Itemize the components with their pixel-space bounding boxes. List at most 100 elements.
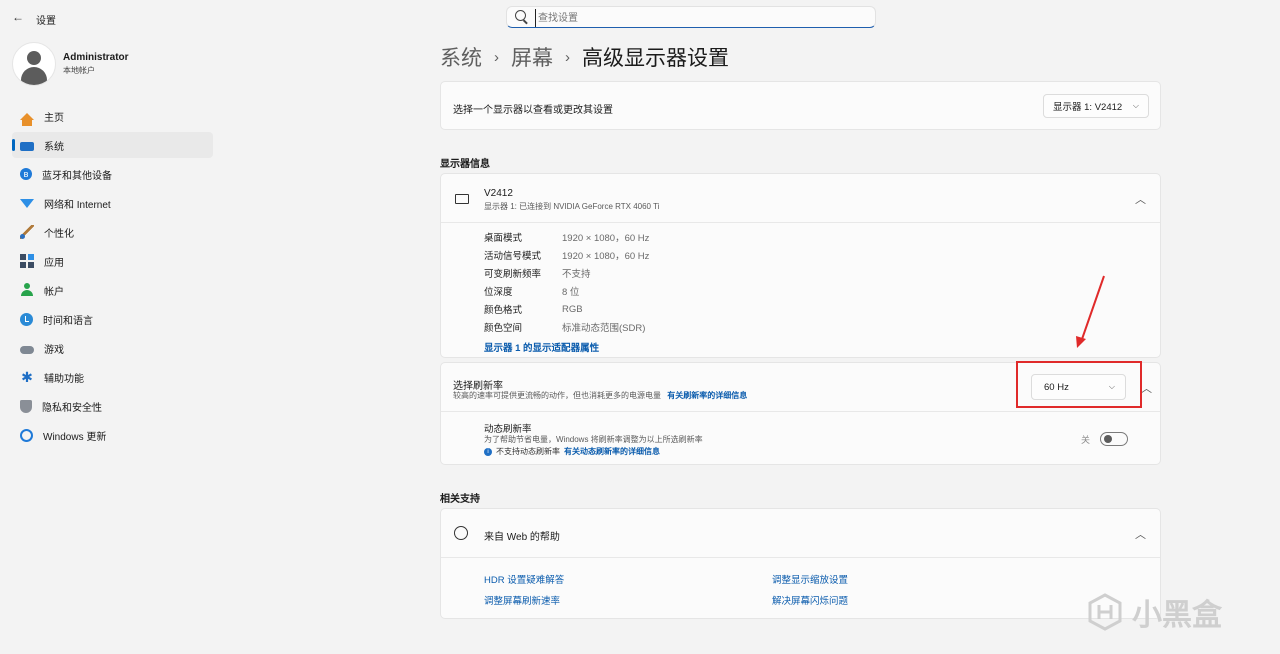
- breadcrumb-item-system[interactable]: 系统: [440, 42, 482, 72]
- sidebar-item-label: 隐私和安全性: [42, 402, 102, 414]
- dynamic-refresh-status: i 不支持动态刷新率 有关动态刷新率的详细信息: [484, 446, 660, 457]
- display-select-value: 显示器 1: V2412: [1053, 102, 1123, 113]
- account-icon: [20, 283, 34, 297]
- dynamic-refresh-description: 为了帮助节省电量，Windows 将刷新率调整为以上所选刷新率: [484, 435, 703, 444]
- sidebar-item-label: 个性化: [44, 228, 74, 240]
- refresh-rate-description: 较高的速率可提供更流畅的动作，但也消耗更多的电源电量 有关刷新率的详细信息: [453, 390, 747, 401]
- info-value: 不支持: [562, 269, 591, 280]
- app-title: 设置: [36, 16, 56, 27]
- support-link-flicker[interactable]: 解决屏幕闪烁问题: [772, 593, 848, 607]
- sidebar-item-label: 应用: [44, 257, 64, 269]
- dynamic-refresh-toggle[interactable]: [1100, 432, 1128, 446]
- section-title-support: 相关支持: [440, 494, 480, 505]
- sidebar-item-accessibility[interactable]: ✱ 辅助功能: [12, 364, 213, 390]
- chevron-down-icon: ⌵: [1132, 101, 1139, 110]
- info-key: 可变刷新频率: [484, 269, 542, 280]
- display-select-dropdown[interactable]: 显示器 1: V2412 ⌵: [1043, 94, 1149, 118]
- info-row: 桌面模式 1920 × 1080，60 Hz: [484, 228, 649, 246]
- sidebar-item-label: 蓝牙和其他设备: [42, 170, 112, 182]
- sidebar-item-apps[interactable]: 应用: [12, 248, 213, 274]
- display-info-list: 桌面模式 1920 × 1080，60 Hz 活动信号模式 1920 × 1080，…: [484, 228, 649, 336]
- info-row: 位深度 8 位: [484, 282, 649, 300]
- search-input[interactable]: [535, 9, 870, 27]
- breadcrumb-item-display[interactable]: 屏幕: [511, 42, 553, 72]
- display-info-card: V2412 显示器 1: 已连接到 NVIDIA GeForce RTX 406…: [440, 173, 1161, 358]
- info-value: RGB: [562, 303, 583, 315]
- refresh-rate-sub-text: 较高的速率可提供更流畅的动作，但也消耗更多的电源电量: [453, 391, 661, 400]
- page-title: 高级显示器设置: [582, 47, 729, 70]
- info-row: 活动信号模式 1920 × 1080，60 Hz: [484, 246, 649, 264]
- sidebar-item-label: 时间和语言: [43, 315, 93, 327]
- info-icon: i: [484, 447, 492, 456]
- breadcrumb: 系统 › 屏幕 › 高级显示器设置: [440, 42, 729, 72]
- sidebar-item-label: Windows 更新: [43, 431, 107, 443]
- sidebar-item-label: 网络和 Internet: [44, 199, 111, 211]
- watermark-logo-icon: [1088, 593, 1122, 631]
- shield-icon: [20, 399, 32, 413]
- sidebar-item-bluetooth[interactable]: ʙ 蓝牙和其他设备: [12, 161, 213, 187]
- sidebar-item-label: 帐户: [44, 286, 64, 298]
- section-title-display-info: 显示器信息: [440, 159, 490, 170]
- info-value: 8 位: [562, 287, 580, 298]
- sidebar-nav: 主页 系统 ʙ 蓝牙和其他设备 网络和 Internet 个性化 应用 帐户 时间…: [12, 103, 213, 451]
- breadcrumb-separator: ›: [494, 48, 499, 66]
- support-link-scaling[interactable]: 调整显示缩放设置: [772, 572, 848, 586]
- toggle-state-label: 关: [1081, 435, 1091, 445]
- search-box[interactable]: [506, 6, 876, 28]
- sidebar-item-label: 系统: [44, 141, 64, 153]
- support-link-refresh-rate[interactable]: 调整屏幕刷新速率: [484, 593, 560, 607]
- sidebar-item-personalization[interactable]: 个性化: [12, 219, 213, 245]
- back-arrow-icon[interactable]: ←: [12, 10, 24, 24]
- home-icon: [20, 112, 34, 126]
- info-key: 活动信号模式: [484, 251, 542, 262]
- info-row: 可变刷新频率 不支持: [484, 264, 649, 282]
- sidebar-item-label: 游戏: [44, 344, 64, 356]
- chevron-up-icon[interactable]: ︿: [1141, 380, 1152, 396]
- bluetooth-icon: ʙ: [20, 168, 32, 180]
- wifi-icon: [20, 198, 34, 208]
- dynamic-refresh-info-link[interactable]: 有关动态刷新率的详细信息: [564, 446, 660, 457]
- system-icon: [20, 141, 34, 151]
- info-value: 1920 × 1080，60 Hz: [562, 233, 650, 244]
- sidebar-item-time-language[interactable]: 时间和语言: [12, 306, 213, 332]
- time-language-icon: [20, 312, 33, 326]
- chevron-up-icon[interactable]: ︿: [1135, 191, 1146, 207]
- sidebar-item-network[interactable]: 网络和 Internet: [12, 190, 213, 216]
- chevron-up-icon[interactable]: ︿: [1135, 526, 1146, 542]
- monitor-icon: [455, 194, 469, 204]
- brush-icon: [20, 225, 34, 239]
- annotation-arrow-icon: [1076, 275, 1105, 348]
- sidebar-item-label: 辅助功能: [44, 373, 84, 385]
- breadcrumb-separator: ›: [565, 48, 570, 66]
- info-value: 标准动态范围(SDR): [562, 323, 646, 334]
- update-icon: [20, 428, 33, 442]
- sidebar-item-gaming[interactable]: 游戏: [12, 335, 213, 361]
- adapter-properties-link[interactable]: 显示器 1 的显示适配器属性: [484, 340, 599, 354]
- refresh-rate-info-link[interactable]: 有关刷新率的详细信息: [667, 391, 747, 400]
- sidebar-item-windows-update[interactable]: Windows 更新: [12, 422, 213, 448]
- sidebar-item-system[interactable]: 系统: [12, 132, 213, 158]
- monitor-connection: 显示器 1: 已连接到 NVIDIA GeForce RTX 4060 Ti: [484, 202, 660, 211]
- sidebar-item-accounts[interactable]: 帐户: [12, 277, 213, 303]
- globe-icon: [454, 526, 468, 540]
- display-select-card: 选择一个显示器以查看或更改其设置 显示器 1: V2412 ⌵: [440, 81, 1161, 130]
- info-key: 颜色空间: [484, 323, 523, 334]
- info-value: 1920 × 1080，60 Hz: [562, 251, 650, 262]
- apps-icon: [20, 254, 34, 268]
- sidebar-item-privacy[interactable]: 隐私和安全性: [12, 393, 213, 419]
- info-row: 颜色格式 RGB: [484, 300, 649, 318]
- search-icon: [515, 10, 526, 21]
- info-key: 桌面模式: [484, 233, 523, 244]
- sidebar-item-home[interactable]: 主页: [12, 103, 213, 129]
- gamepad-icon: [20, 345, 34, 354]
- sidebar-item-label: 主页: [44, 112, 64, 124]
- info-row: 颜色空间 标准动态范围(SDR): [484, 318, 649, 336]
- dynamic-refresh-unsupported: 不支持动态刷新率: [496, 447, 560, 456]
- user-account-type: 本地帐户: [63, 66, 95, 75]
- dynamic-refresh-label: 动态刷新率: [484, 424, 532, 435]
- info-key: 颜色格式: [484, 305, 523, 316]
- support-card: 来自 Web 的帮助 ︿ HDR 设置疑难解答 调整显示缩放设置 调整屏幕刷新速…: [440, 508, 1161, 619]
- support-link-hdr[interactable]: HDR 设置疑难解答: [484, 572, 564, 586]
- display-select-label: 选择一个显示器以查看或更改其设置: [453, 105, 613, 116]
- avatar: [12, 42, 56, 86]
